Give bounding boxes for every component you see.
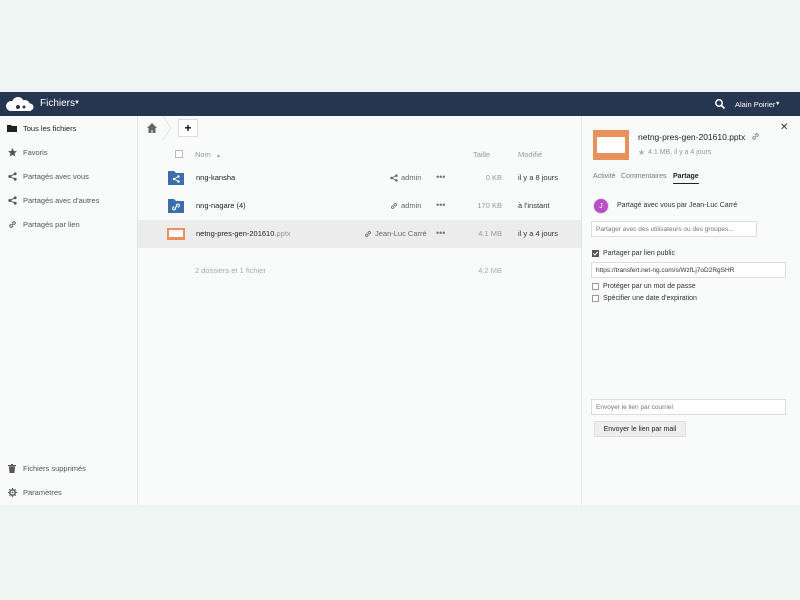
share-indicator[interactable]: admin: [390, 201, 421, 210]
caret-down-icon[interactable]: ▼: [74, 100, 80, 106]
link-icon: [391, 202, 397, 209]
shared-folder-icon: [168, 171, 184, 185]
user-menu[interactable]: Alain Poirier: [735, 100, 775, 109]
breadcrumb-separator-icon: [162, 116, 172, 140]
password-label: Protéger par un mot de passe: [603, 283, 696, 290]
file-summary: 2 dossiers et 1 fichier: [195, 266, 266, 275]
sidebar-item-deleted-files[interactable]: Fichiers supprimés: [0, 456, 137, 480]
expiry-option[interactable]: Spécifier une date d'expiration: [592, 295, 697, 302]
public-link-checkbox[interactable]: [592, 250, 599, 257]
sidebar-item-all-files[interactable]: Tous les fichiers: [0, 116, 137, 140]
public-link-option[interactable]: Partager par lien public: [592, 250, 675, 257]
tab-comments[interactable]: Commentaires: [621, 173, 667, 183]
table-row[interactable]: netng-pres-gen-201610.pptx Jean-Luc Carr…: [138, 220, 581, 248]
app-window: Fichiers ▼ Alain Poirier ▼ Tous les fich…: [0, 92, 800, 505]
share-icon: [6, 170, 18, 182]
public-link-label: Partager par lien public: [603, 250, 675, 257]
password-option[interactable]: Protéger par un mot de passe: [592, 283, 696, 290]
send-link-button[interactable]: Envoyer le lien par mail: [594, 421, 686, 437]
email-link-input[interactable]: [591, 399, 786, 415]
more-actions-icon[interactable]: •••: [436, 228, 445, 238]
file-size: 170 KB: [477, 201, 502, 210]
folder-icon: [6, 122, 18, 134]
file-size: 4.1 MB: [478, 229, 502, 238]
favorite-star-icon[interactable]: ★: [638, 148, 645, 157]
tab-activity[interactable]: Activité: [593, 173, 616, 183]
sidebar-item-label: Tous les fichiers: [23, 123, 77, 133]
more-actions-icon[interactable]: •••: [436, 200, 445, 210]
public-link-url-field[interactable]: [591, 262, 786, 278]
sidebar-item-label: Favoris: [23, 147, 48, 157]
sidebar-item-shared-with-others[interactable]: Partagés avec d'autres: [0, 188, 137, 212]
details-panel: ✕ netng-pres-gen-201610.pptx ★ 4.1 MB, i…: [581, 116, 800, 505]
more-actions-icon[interactable]: •••: [436, 172, 445, 182]
close-icon[interactable]: ✕: [780, 122, 788, 133]
share-icon: [6, 194, 18, 206]
table-row[interactable]: nng-kansha admin ••• 0 KB il y a 8 jours: [138, 164, 581, 192]
home-icon[interactable]: [146, 122, 158, 134]
select-all-checkbox[interactable]: [175, 150, 183, 158]
top-header: Fichiers ▼ Alain Poirier ▼: [0, 92, 800, 116]
presentation-thumbnail-icon: [593, 130, 629, 160]
avatar: J: [593, 198, 609, 214]
sidebar-item-label: Partagés avec d'autres: [23, 195, 100, 205]
sidebar-item-favorites[interactable]: Favoris: [0, 140, 137, 164]
link-icon[interactable]: [751, 132, 760, 141]
link-icon: [6, 218, 18, 230]
tab-sharing[interactable]: Partage: [673, 173, 699, 184]
table-row[interactable]: nng-nagare (4) admin ••• 170 KB à l'inst…: [138, 192, 581, 220]
file-name[interactable]: nng-kansha: [196, 173, 235, 182]
sidebar-item-shared-with-you[interactable]: Partagés avec vous: [0, 164, 137, 188]
file-list-area: + Nom ▲ Taille Modifié nng-kansha admin …: [138, 116, 581, 505]
sidebar-item-label: Partagés avec vous: [23, 171, 89, 181]
password-checkbox[interactable]: [592, 283, 599, 290]
sidebar-item-label: Partagés par lien: [23, 219, 80, 229]
details-file-name: netng-pres-gen-201610.pptx: [638, 132, 746, 142]
file-name[interactable]: nng-nagare (4): [196, 201, 246, 210]
column-header-modified[interactable]: Modifié: [518, 150, 542, 159]
sidebar: Tous les fichiers Favoris Partagés avec …: [0, 116, 138, 505]
share-indicator[interactable]: Jean-Luc Carré: [364, 229, 427, 238]
file-modified: il y a 8 jours: [518, 173, 559, 182]
file-modified: il y a 4 jours: [518, 229, 559, 238]
expiry-checkbox[interactable]: [592, 295, 599, 302]
file-summary-size: 4.2 MB: [478, 266, 502, 275]
trash-icon: [6, 462, 18, 474]
presentation-file-icon: [167, 228, 185, 240]
sidebar-item-shared-by-link[interactable]: Partagés par lien: [0, 212, 137, 236]
star-icon: [6, 146, 18, 158]
gear-icon: [6, 486, 18, 498]
link-folder-icon: [168, 199, 184, 213]
search-icon[interactable]: [714, 98, 726, 110]
share-icon: [390, 173, 398, 182]
app-menu-title[interactable]: Fichiers: [40, 98, 75, 109]
details-file-meta: 4.1 MB, il y a 4 jours: [648, 149, 712, 156]
cloud-logo-icon[interactable]: [4, 96, 34, 112]
share-with-input[interactable]: [591, 221, 757, 237]
expiry-label: Spécifier une date d'expiration: [603, 295, 697, 302]
link-icon: [365, 230, 371, 237]
caret-down-icon[interactable]: ▼: [775, 101, 780, 107]
file-name[interactable]: netng-pres-gen-201610.pptx: [196, 229, 291, 238]
file-size: 0 KB: [485, 173, 502, 182]
sort-ascending-icon: ▲: [215, 153, 221, 159]
add-new-button[interactable]: +: [178, 119, 198, 137]
column-header-size[interactable]: Taille: [473, 150, 490, 159]
shared-by-text: Partagé avec vous par Jean-Luc Carré: [617, 202, 738, 209]
column-header-name[interactable]: Nom ▲: [195, 150, 221, 159]
sidebar-item-label: Paramètres: [23, 487, 62, 497]
check-icon: [593, 251, 598, 256]
sidebar-item-label: Fichiers supprimés: [23, 463, 86, 473]
share-indicator[interactable]: admin: [390, 173, 421, 182]
sidebar-item-settings[interactable]: Paramètres: [0, 480, 137, 504]
file-modified: à l'instant: [518, 201, 550, 210]
